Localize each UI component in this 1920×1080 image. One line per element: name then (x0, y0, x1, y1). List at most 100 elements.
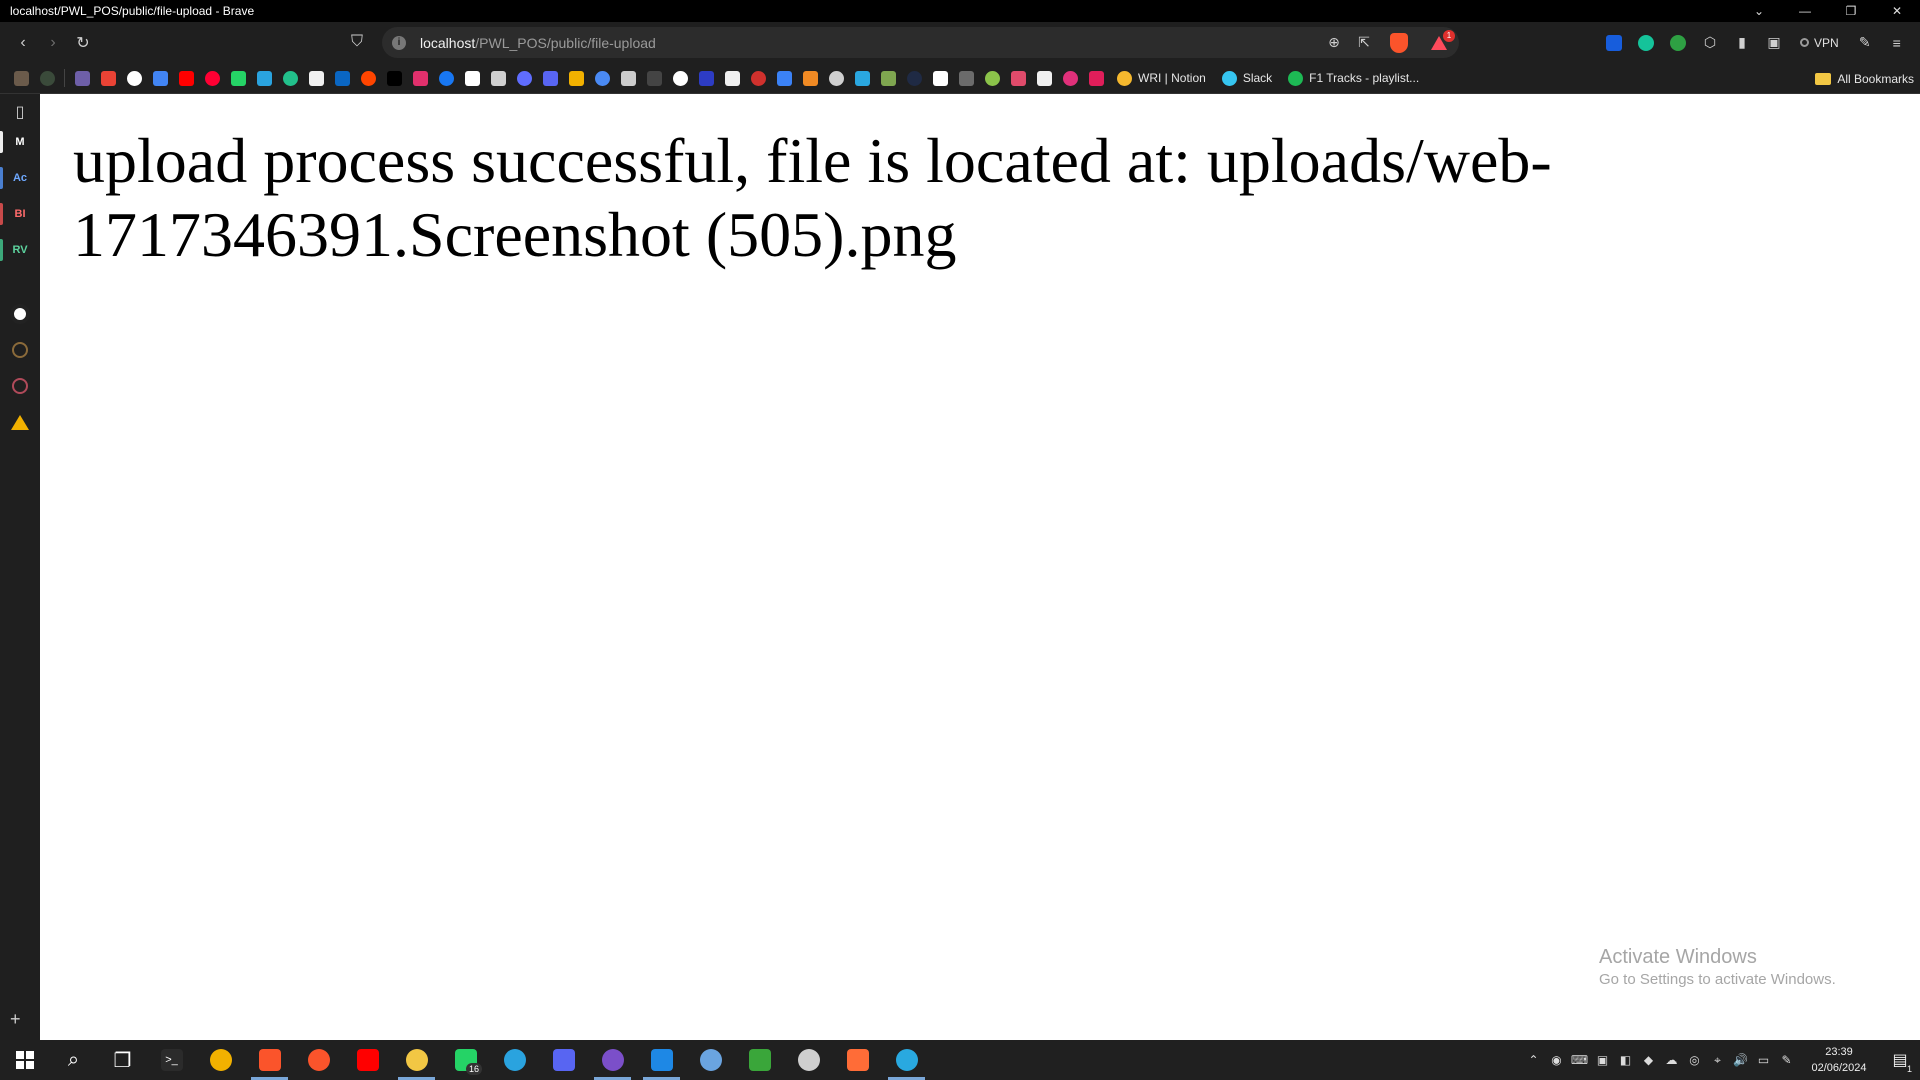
bookmark-item[interactable] (147, 64, 173, 92)
bookmark-item[interactable] (1005, 64, 1031, 92)
bookmark-item[interactable] (719, 64, 745, 92)
sidebar-toggle-icon[interactable]: ▮ (1728, 29, 1756, 57)
bookmark-item[interactable] (641, 64, 667, 92)
bookmark-item[interactable] (1031, 64, 1057, 92)
taskbar-app[interactable]: 16 (441, 1040, 490, 1080)
bookmark-item[interactable] (303, 64, 329, 92)
bookmark-item[interactable] (1057, 64, 1083, 92)
sidebar-add-button[interactable]: + (10, 1009, 21, 1030)
bookmark-item[interactable] (407, 64, 433, 92)
bookmark-named-item[interactable]: WRI | Notion (1109, 64, 1214, 92)
tray-icon[interactable]: ✎ (1775, 1040, 1798, 1080)
taskbar-app[interactable]: ❐ (98, 1040, 147, 1080)
bookmark-item[interactable] (173, 64, 199, 92)
taskbar-app[interactable] (343, 1040, 392, 1080)
clock[interactable]: 23:39 02/06/2024 (1798, 1044, 1880, 1076)
bookmark-item[interactable] (1083, 64, 1109, 92)
google-drive-icon[interactable] (6, 408, 34, 436)
brave-shields-icon[interactable] (1379, 27, 1419, 58)
bookmark-item[interactable] (121, 64, 147, 92)
bookmark-item[interactable] (589, 64, 615, 92)
taskbar-app[interactable] (833, 1040, 882, 1080)
bookmark-item[interactable] (537, 64, 563, 92)
site-info-icon[interactable]: i (392, 35, 406, 50)
zoom-icon[interactable]: ⊕ (1319, 27, 1349, 58)
url-text[interactable]: localhost/PWL_POS/public/file-upload (420, 35, 656, 51)
all-bookmarks-button[interactable]: All Bookmarks (1815, 63, 1914, 94)
taskbar-app[interactable] (882, 1040, 931, 1080)
sidebar-item-0[interactable]: M (6, 128, 34, 156)
menu-icon[interactable]: ≡ (1883, 29, 1911, 57)
taskbar-app[interactable] (588, 1040, 637, 1080)
minimize-button[interactable]: — (1782, 0, 1828, 22)
sidebar-circle-icon[interactable] (6, 336, 34, 364)
tray-icon[interactable]: ☁ (1660, 1040, 1683, 1080)
bookmark-item[interactable] (251, 64, 277, 92)
bookmark-item[interactable] (875, 64, 901, 92)
bookmark-item[interactable] (329, 64, 355, 92)
sidebar-item-2[interactable]: BI (6, 200, 34, 228)
bookmark-item[interactable] (745, 64, 771, 92)
tab-search-button[interactable]: ⌄ (1736, 0, 1782, 22)
bitwarden-icon[interactable] (1600, 29, 1628, 57)
wallet-icon[interactable]: ▣ (1760, 29, 1788, 57)
taskbar-app[interactable]: ⌕ (49, 1040, 98, 1080)
leo-ai-icon[interactable]: ✎ (1851, 29, 1879, 57)
bookmark-item[interactable] (797, 64, 823, 92)
bookmark-item[interactable] (381, 64, 407, 92)
close-button[interactable]: ✕ (1874, 0, 1920, 22)
start-button[interactable] (0, 1040, 49, 1080)
sidebar-globe-icon[interactable] (6, 300, 34, 328)
taskbar-app[interactable] (686, 1040, 735, 1080)
taskbar-app[interactable] (784, 1040, 833, 1080)
sidebar-history-icon[interactable] (6, 372, 34, 400)
sidebar-item-3[interactable]: RV (6, 236, 34, 264)
tray-icon[interactable]: ⌃ (1522, 1040, 1545, 1080)
taskbar-app[interactable] (539, 1040, 588, 1080)
extensions-icon[interactable]: ⬡ (1696, 29, 1724, 57)
bookmark-item[interactable] (849, 64, 875, 92)
share-page-icon[interactable]: ⇱ (1349, 27, 1379, 58)
taskbar-app[interactable] (735, 1040, 784, 1080)
sidebar-panel-icon[interactable]: ▯ (6, 98, 34, 126)
tray-icon[interactable]: ◆ (1637, 1040, 1660, 1080)
bookmark-item[interactable] (693, 64, 719, 92)
bookmark-item[interactable] (979, 64, 1005, 92)
bookmark-item[interactable] (8, 64, 34, 92)
taskbar-app[interactable] (392, 1040, 441, 1080)
reload-button[interactable]: ↻ (68, 28, 98, 58)
bookmark-item[interactable] (667, 64, 693, 92)
forward-button[interactable]: › (38, 28, 68, 58)
taskbar-app[interactable] (637, 1040, 686, 1080)
taskbar-app[interactable] (245, 1040, 294, 1080)
tray-icon[interactable]: ◎ (1683, 1040, 1706, 1080)
bookmark-item[interactable] (771, 64, 797, 92)
bookmark-named-item[interactable]: Slack (1214, 64, 1280, 92)
taskbar-app[interactable] (196, 1040, 245, 1080)
bookmark-item[interactable] (485, 64, 511, 92)
back-button[interactable]: ‹ (8, 28, 38, 58)
tray-icon[interactable]: ⌨ (1568, 1040, 1591, 1080)
tray-icon[interactable]: ◧ (1614, 1040, 1637, 1080)
notification-center-button[interactable]: ▤ 1 (1880, 1040, 1920, 1080)
bookmark-item[interactable] (355, 64, 381, 92)
extension-green-icon[interactable] (1664, 29, 1692, 57)
bookmark-page-button[interactable]: ⛉ (342, 27, 372, 57)
vpn-button[interactable]: VPN (1792, 31, 1847, 55)
address-bar[interactable]: i localhost/PWL_POS/public/file-upload ⊕… (382, 27, 1459, 58)
bookmark-named-item[interactable]: F1 Tracks - playlist... (1280, 64, 1427, 92)
bookmark-item[interactable] (277, 64, 303, 92)
tray-icon[interactable]: ⌖ (1706, 1040, 1729, 1080)
restore-button[interactable]: ❐ (1828, 0, 1874, 22)
bookmark-item[interactable] (927, 64, 953, 92)
bookmark-item[interactable] (823, 64, 849, 92)
bookmark-item[interactable] (199, 64, 225, 92)
taskbar-app[interactable] (490, 1040, 539, 1080)
bookmark-item[interactable] (225, 64, 251, 92)
bookmark-item[interactable] (953, 64, 979, 92)
bookmark-item[interactable] (615, 64, 641, 92)
sidebar-item-1[interactable]: Ac (6, 164, 34, 192)
grammarly-icon[interactable] (1632, 29, 1660, 57)
bookmark-item[interactable] (34, 64, 60, 92)
bookmark-item[interactable] (511, 64, 537, 92)
